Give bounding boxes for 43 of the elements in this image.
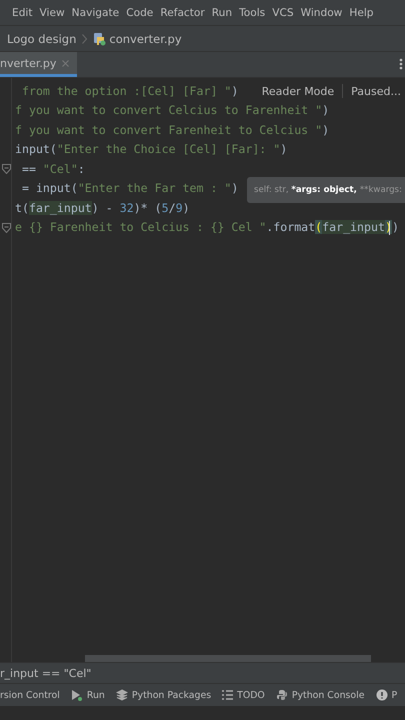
tool-window-button[interactable]: TODO bbox=[222, 690, 265, 700]
text-caret bbox=[389, 221, 390, 235]
menu-item[interactable]: Window bbox=[300, 6, 342, 18]
tool-window-button[interactable]: Run bbox=[70, 689, 105, 701]
layers-icon bbox=[116, 689, 128, 701]
menu-item[interactable]: View bbox=[40, 6, 65, 18]
more-icon[interactable] bbox=[399, 58, 403, 70]
code-line: f you want to convert Celcius to Farenheit ") bbox=[14, 102, 330, 120]
chevron-icon bbox=[82, 34, 88, 44]
scrollbar[interactable] bbox=[85, 655, 371, 662]
code-line: t(far_input) - 32)* (5/9) bbox=[14, 200, 190, 217]
menu-item[interactable]: VCS bbox=[272, 6, 294, 18]
tool-window-button[interactable]: rsion Control bbox=[0, 690, 60, 700]
menu-item[interactable]: Tools bbox=[239, 6, 266, 18]
code-line: == "Cel": bbox=[0, 159, 85, 178]
fold-icon[interactable] bbox=[2, 164, 11, 174]
tool-window-button[interactable]: Python Console bbox=[276, 689, 365, 701]
menu-item[interactable]: Refactor bbox=[160, 6, 205, 18]
breadcrumb-item[interactable]: Logo design bbox=[7, 32, 76, 46]
code-line: f you want to convert Farenheit to Celcius ") bbox=[14, 122, 330, 139]
menu-item[interactable]: Help bbox=[349, 6, 374, 18]
editor-tab[interactable]: nverter.py bbox=[0, 52, 78, 77]
python-file-icon bbox=[93, 32, 106, 46]
parameter-tooltip: self: str, *args: object, **kwargs: bbox=[247, 177, 405, 203]
breadcrumb-item[interactable]: converter.py bbox=[109, 32, 182, 46]
menu-item[interactable]: Run bbox=[212, 6, 232, 18]
list-icon bbox=[222, 690, 234, 700]
close-icon[interactable] bbox=[62, 60, 70, 66]
menu-item[interactable]: Edit bbox=[12, 6, 33, 18]
fold-icon[interactable] bbox=[2, 222, 11, 232]
tool-window-button[interactable]: Python Packages bbox=[116, 689, 212, 701]
run-icon bbox=[70, 689, 83, 701]
info-icon bbox=[376, 689, 388, 701]
code-line: from the option :[Cel] [Far] ") bbox=[20, 82, 238, 100]
code-line: = input("Enter the Far tem : ") bbox=[20, 180, 238, 198]
code-line: input("Enter the Choice [Cel] [Far]: ") bbox=[14, 141, 288, 158]
menu-item[interactable]: Navigate bbox=[72, 6, 120, 18]
menu-item[interactable]: Code bbox=[126, 6, 154, 18]
code-breadcrumb[interactable]: r_input == "Cel" bbox=[0, 666, 92, 680]
reader-mode-button[interactable]: Reader Mode bbox=[262, 84, 334, 98]
status-label: Paused... bbox=[351, 84, 401, 98]
tool-window-button[interactable]: P bbox=[376, 689, 398, 701]
python-icon bbox=[276, 689, 288, 701]
